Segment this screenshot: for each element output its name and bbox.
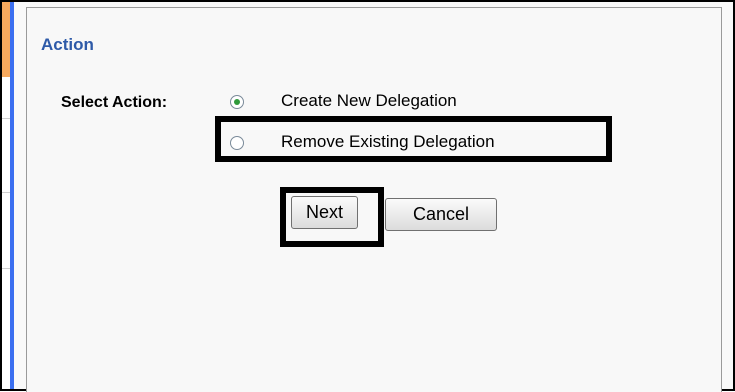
gutter-divider (2, 192, 10, 193)
select-action-label: Select Action: (61, 94, 168, 111)
gutter-orange-stripe (2, 2, 10, 77)
cancel-button[interactable]: Cancel (385, 198, 497, 231)
gutter-divider (2, 118, 10, 119)
option-label-create[interactable]: Create New Delegation (281, 91, 457, 111)
annotation-highlight-next (280, 187, 384, 247)
radio-create-delegation[interactable] (230, 95, 244, 109)
annotation-highlight-remove (215, 116, 612, 162)
panel-title: Action (41, 35, 94, 54)
accent-bar (10, 2, 14, 389)
action-panel: Action Select Action: Create New Delegat… (26, 7, 722, 392)
gutter-divider (2, 268, 10, 269)
